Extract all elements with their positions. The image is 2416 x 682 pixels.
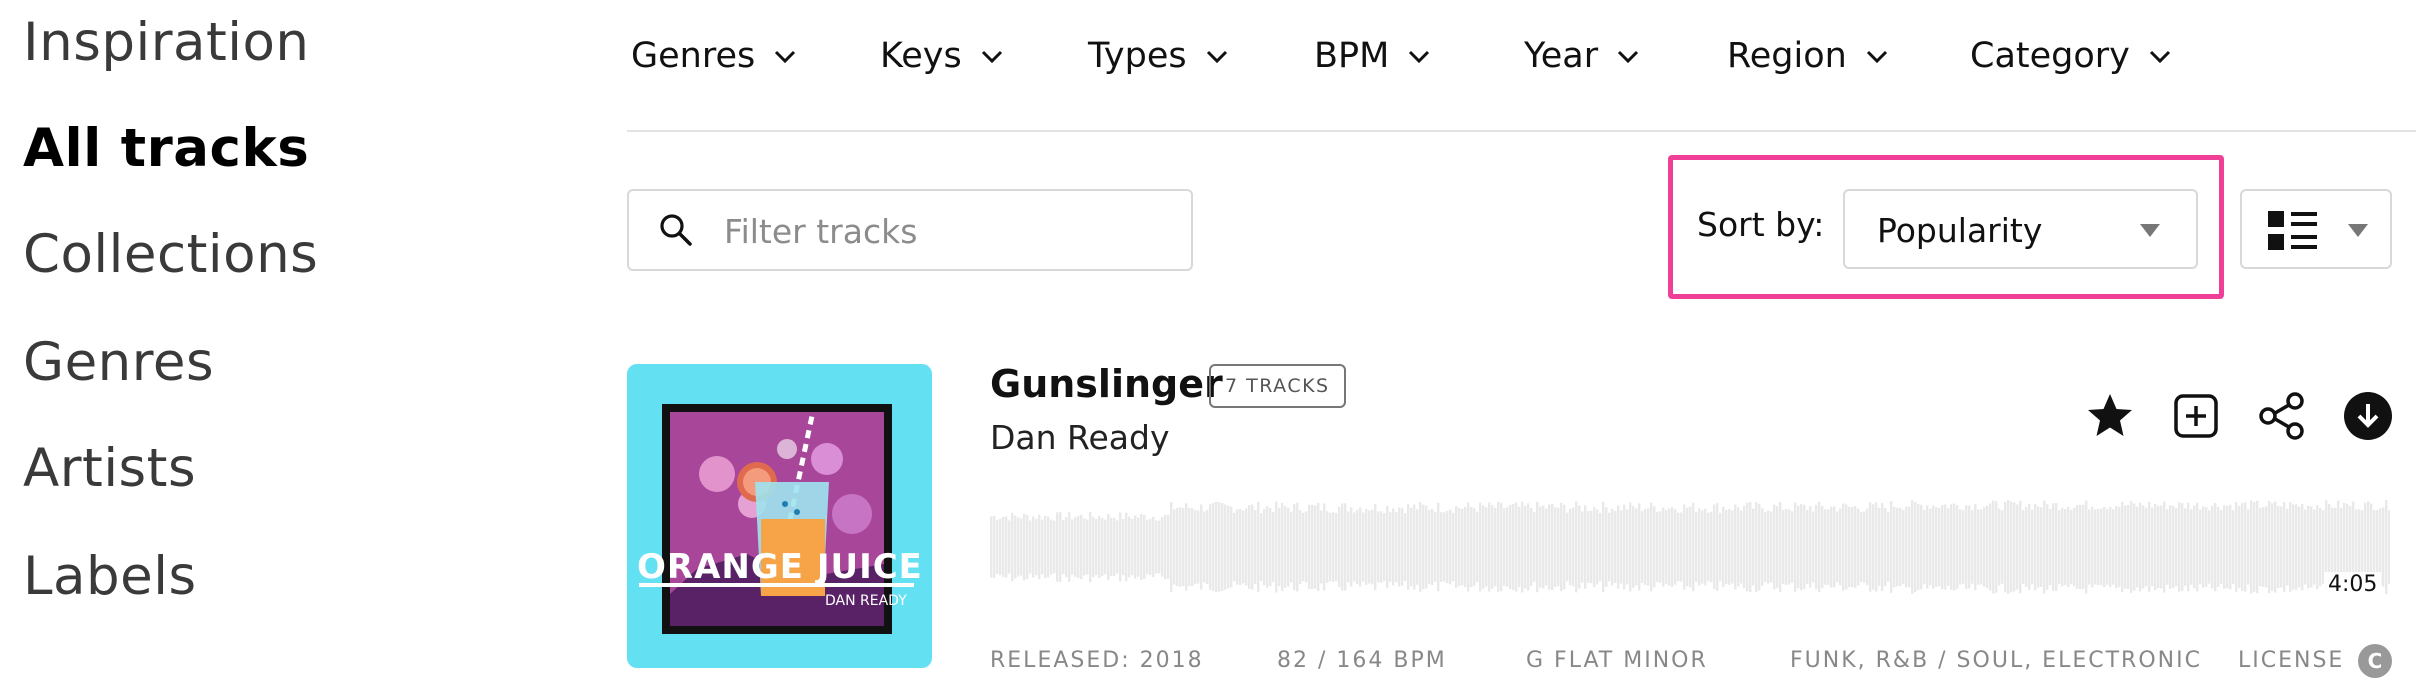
filter-label: Year xyxy=(1524,36,1599,76)
star-icon xyxy=(2088,394,2132,436)
filter-category[interactable]: Category xyxy=(1970,28,2172,84)
chevron-down-icon xyxy=(1866,50,1887,64)
chevron-down-icon xyxy=(1618,50,1639,64)
sort-select[interactable]: Popularity xyxy=(1843,189,2198,269)
track-artist[interactable]: Dan Ready xyxy=(990,418,1170,457)
filter-label: BPM xyxy=(1314,36,1390,76)
search-box[interactable] xyxy=(627,189,1193,271)
chevron-down-icon xyxy=(1206,50,1227,64)
sort-selected-value: Popularity xyxy=(1877,211,2043,250)
sidebar-item-artists[interactable]: Artists xyxy=(23,438,196,499)
add-to-playlist-button[interactable] xyxy=(2166,386,2226,446)
add-icon xyxy=(2174,394,2218,438)
search-icon xyxy=(660,214,692,246)
sidebar-item-inspiration[interactable]: Inspiration xyxy=(23,12,310,73)
filter-label: Region xyxy=(1727,36,1847,76)
favorite-button[interactable] xyxy=(2080,386,2140,446)
meta-key: G FLAT MINOR xyxy=(1526,648,1708,673)
chevron-down-icon xyxy=(775,50,796,64)
sidebar-item-labels[interactable]: Labels xyxy=(23,546,197,607)
chevron-down-icon xyxy=(1409,50,1430,64)
filter-region[interactable]: Region xyxy=(1727,28,1889,84)
sidebar-item-all-tracks[interactable]: All tracks xyxy=(23,118,309,179)
meta-bpm: 82 / 164 BPM xyxy=(1277,648,1447,673)
list-view-icon xyxy=(2268,211,2317,250)
filter-keys[interactable]: Keys xyxy=(880,28,1004,84)
album-art xyxy=(662,404,892,634)
view-toggle-button[interactable] xyxy=(2240,189,2392,269)
caret-down-icon xyxy=(2348,224,2368,237)
meta-license[interactable]: LICENSE xyxy=(2238,648,2344,673)
filter-label: Types xyxy=(1088,36,1187,76)
sort-label: Sort by: xyxy=(1697,205,1825,244)
track-title[interactable]: Gunslinger xyxy=(990,362,1223,406)
chevron-down-icon xyxy=(981,50,1002,64)
meta-genres: FUNK, R&B / SOUL, ELECTRONIC xyxy=(1790,648,2202,673)
tracks-count-badge: 7 TRACKS xyxy=(1209,364,1346,408)
filter-types[interactable]: Types xyxy=(1088,28,1229,84)
sidebar-item-collections[interactable]: Collections xyxy=(23,224,318,285)
album-cover[interactable]: ORANGE JUICE DAN READY xyxy=(627,364,932,668)
filter-label: Category xyxy=(1970,36,2130,76)
caret-down-icon xyxy=(2140,224,2160,237)
download-button[interactable] xyxy=(2338,386,2398,446)
cover-underline xyxy=(639,583,914,587)
track-duration: 4:05 xyxy=(2324,572,2382,597)
share-icon xyxy=(2259,392,2304,440)
download-icon xyxy=(2344,392,2392,440)
filter-bpm[interactable]: BPM xyxy=(1314,28,1431,84)
cover-title: ORANGE JUICE xyxy=(637,547,923,587)
filter-genres[interactable]: Genres xyxy=(631,28,797,84)
license-icon[interactable]: C xyxy=(2358,644,2392,678)
filter-label: Keys xyxy=(880,36,962,76)
divider xyxy=(627,130,2416,132)
filter-year[interactable]: Year xyxy=(1524,28,1640,84)
search-input[interactable] xyxy=(722,205,1166,257)
cover-artist: DAN READY xyxy=(825,593,907,609)
waveform[interactable] xyxy=(990,500,2390,594)
filter-label: Genres xyxy=(631,36,756,76)
sidebar-item-genres[interactable]: Genres xyxy=(23,332,214,393)
share-button[interactable] xyxy=(2252,386,2312,446)
meta-released: RELEASED: 2018 xyxy=(990,648,1204,673)
chevron-down-icon xyxy=(2149,50,2170,64)
